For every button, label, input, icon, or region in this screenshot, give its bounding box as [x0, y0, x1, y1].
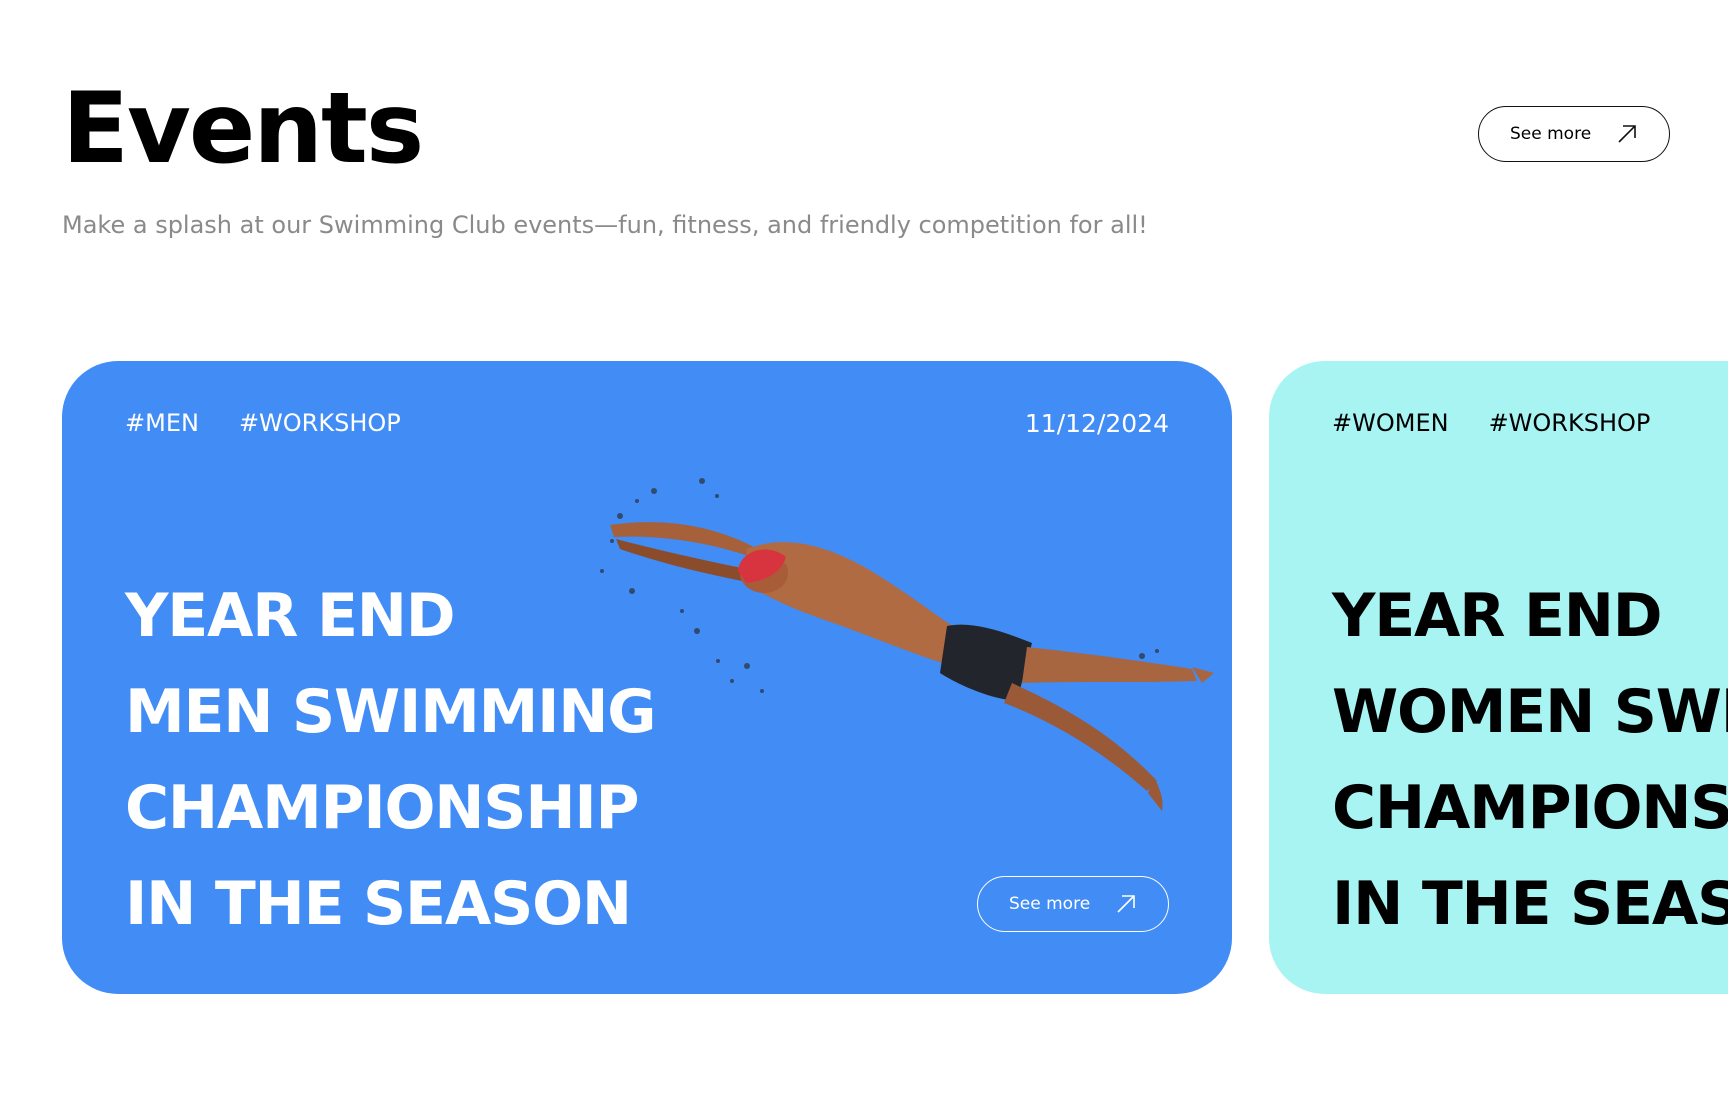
event-card-men[interactable]: #MEN #WORKSHOP 11/12/2024 YEAR END MEN S…	[62, 361, 1232, 994]
event-see-more-button[interactable]: See more	[977, 876, 1169, 932]
arrow-up-right-icon	[1114, 892, 1138, 916]
event-title-line: MEN SWIMMING	[125, 677, 657, 747]
event-title-line: IN THE SEASO	[1332, 869, 1728, 939]
see-more-label: See more	[1510, 124, 1592, 144]
event-title-line: CHAMPIONSHIP	[125, 773, 639, 843]
see-more-label: See more	[1009, 894, 1091, 914]
tag-men[interactable]: #MEN	[125, 409, 199, 437]
event-tags: #MEN #WORKSHOP	[125, 409, 401, 437]
event-title-line: IN THE SEASON	[125, 869, 632, 939]
header-see-more-button[interactable]: See more	[1478, 106, 1670, 162]
arrow-up-right-icon	[1615, 122, 1639, 146]
event-title: YEAR END MEN SWIMMING CHAMPIONSHIP IN TH…	[125, 568, 657, 952]
tag-women[interactable]: #WOMEN	[1332, 409, 1449, 437]
event-tags: #WOMEN #WORKSHOP	[1332, 409, 1650, 437]
page-title: Events	[62, 72, 424, 186]
event-title-line: YEAR END	[125, 581, 456, 651]
page-subtitle: Make a splash at our Swimming Club event…	[62, 211, 1148, 239]
tag-workshop[interactable]: #WORKSHOP	[239, 409, 401, 437]
event-title-line: YEAR END	[1332, 581, 1663, 651]
event-title-line: WOMEN SWI	[1332, 677, 1728, 747]
event-title-line: CHAMPIONS	[1332, 773, 1728, 843]
event-title: YEAR END WOMEN SWI CHAMPIONS IN THE SEAS…	[1332, 568, 1728, 952]
events-page: Events Make a splash at our Swimming Clu…	[0, 0, 1728, 1117]
event-card-women[interactable]: #WOMEN #WORKSHOP YEAR END WOMEN SWI CHAM…	[1269, 361, 1728, 994]
tag-workshop[interactable]: #WORKSHOP	[1489, 409, 1651, 437]
